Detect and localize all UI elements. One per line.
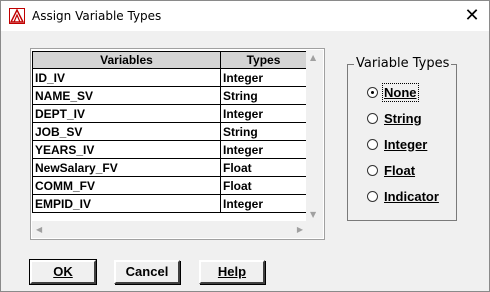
radio-label-string: String	[384, 110, 422, 126]
variable-cell: JOB_SV	[32, 122, 221, 141]
radio-string[interactable]: String	[367, 109, 422, 127]
header-types[interactable]: Types	[220, 51, 307, 69]
table-row[interactable]: ID_IV Integer	[32, 68, 307, 87]
variable-cell: NAME_SV	[32, 86, 221, 105]
title-bar[interactable]: Assign Variable Types ✕	[1, 1, 489, 31]
radio-button[interactable]	[367, 190, 378, 202]
type-cell: String	[220, 86, 307, 105]
type-cell: Integer	[220, 104, 307, 123]
radio-float[interactable]: Float	[367, 161, 415, 179]
table-row[interactable]: NAME_SV String	[32, 86, 307, 105]
type-cell: Integer	[220, 140, 307, 159]
header-variables[interactable]: Variables	[32, 51, 221, 69]
type-cell: Integer	[220, 194, 307, 213]
vertical-scrollbar[interactable]: ▲ ▼	[306, 50, 323, 222]
variable-cell: DEPT_IV	[32, 104, 221, 123]
dialog-window: Assign Variable Types ✕ Variables Types …	[0, 0, 490, 292]
ok-button[interactable]: OK	[29, 259, 97, 285]
variable-list[interactable]: Variables Types ID_IV Integer NAME_SV St…	[30, 48, 325, 240]
radio-label-integer: Integer	[384, 136, 428, 152]
scroll-corner	[306, 221, 323, 238]
radio-integer[interactable]: Integer	[367, 135, 427, 153]
radio-label-none: None	[382, 82, 419, 102]
variable-types-legend: Variable Types	[354, 56, 452, 71]
type-cell: Float	[220, 176, 307, 195]
scroll-left-icon[interactable]: ◀	[36, 225, 42, 235]
table-row[interactable]: COMM_FV Float	[32, 176, 307, 195]
variable-cell: COMM_FV	[32, 176, 221, 195]
table-row[interactable]: JOB_SV String	[32, 122, 307, 141]
radio-label-indicator: Indicator	[384, 188, 439, 204]
type-cell: Integer	[220, 68, 307, 87]
type-cell: String	[220, 122, 307, 141]
table-row[interactable]: YEARS_IV Integer	[32, 140, 307, 159]
radio-button-checked[interactable]	[367, 86, 378, 98]
type-cell: Float	[220, 158, 307, 177]
variable-cell: NewSalary_FV	[32, 158, 221, 177]
radio-button[interactable]	[367, 164, 378, 176]
close-icon[interactable]: ✕	[455, 1, 489, 31]
scroll-down-icon[interactable]: ▼	[310, 210, 316, 220]
help-button[interactable]: Help	[199, 260, 265, 284]
window-title: Assign Variable Types	[32, 9, 162, 23]
variable-cell: EMPID_IV	[32, 194, 221, 213]
scroll-up-icon[interactable]: ▲	[310, 53, 316, 63]
cancel-button[interactable]: Cancel	[114, 260, 180, 284]
table-row[interactable]: EMPID_IV Integer	[32, 194, 307, 213]
variable-table: Variables Types ID_IV Integer NAME_SV St…	[32, 51, 307, 213]
table-row[interactable]: DEPT_IV Integer	[32, 104, 307, 123]
horizontal-scrollbar[interactable]: ◀ ▶	[32, 221, 307, 238]
variable-cell: YEARS_IV	[32, 140, 221, 159]
app-icon	[9, 8, 25, 24]
scroll-right-icon[interactable]: ▶	[297, 225, 303, 235]
radio-button[interactable]	[367, 112, 378, 124]
radio-indicator[interactable]: Indicator	[367, 187, 439, 205]
radio-none[interactable]: None	[367, 82, 419, 102]
table-row[interactable]: NewSalary_FV Float	[32, 158, 307, 177]
radio-button[interactable]	[367, 138, 378, 150]
variable-cell: ID_IV	[32, 68, 221, 87]
radio-label-float: Float	[384, 162, 416, 178]
